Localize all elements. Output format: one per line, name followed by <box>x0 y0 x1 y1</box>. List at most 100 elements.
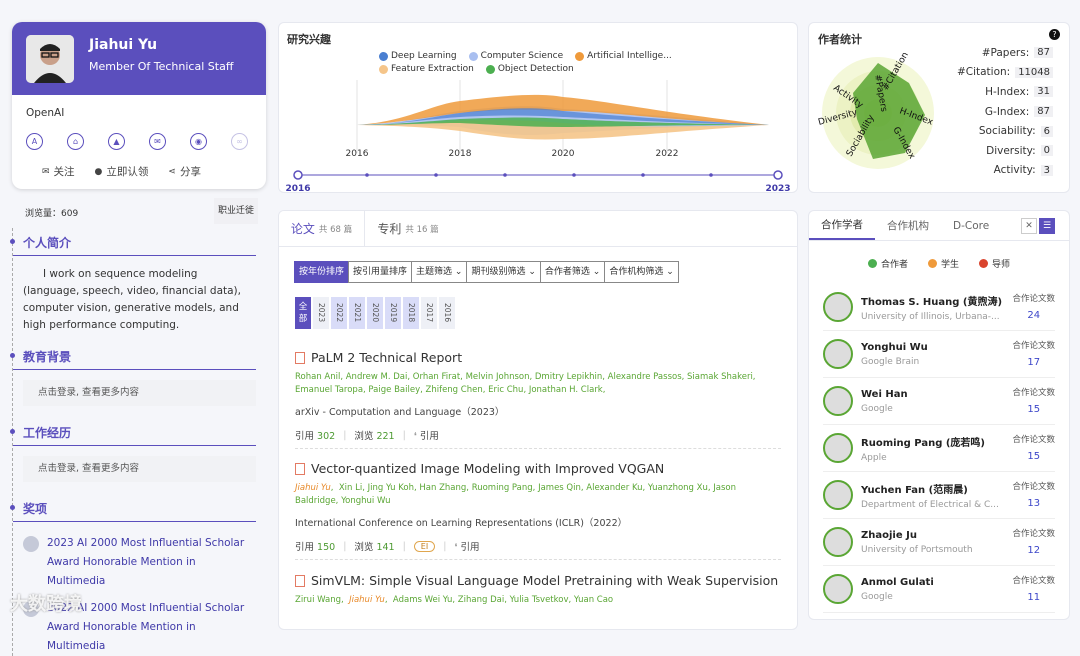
profile-org: OpenAI <box>26 107 65 119</box>
work-login-prompt[interactable]: 点击登录, 查看更多内容 <box>23 456 256 482</box>
axis-tick: 2020 <box>552 149 575 159</box>
share-button[interactable]: ⋖ 分享 <box>168 164 201 179</box>
legend-dot <box>379 64 388 74</box>
author-stats-card: 作者统计 ? #Papers #Citation H-Index G-Index… <box>808 22 1070 193</box>
avatar <box>823 480 853 510</box>
papers-tabs: 论文共 68 篇 专利共 16 篇 <box>279 211 797 247</box>
year-2020[interactable]: 2020 <box>367 297 383 329</box>
profile-header: Jiahui Yu Member Of Technical Staff <box>12 22 266 95</box>
paper-item: Vector-quantized Image Modeling with Imp… <box>295 460 781 553</box>
profile-card: Jiahui Yu Member Of Technical Staff Open… <box>12 22 266 189</box>
coauthor-count: 合作论文数 15 <box>1012 388 1055 415</box>
cite-button[interactable]: ❛ 引用 <box>414 428 439 442</box>
legend-dot <box>927 259 937 268</box>
coauthor-item[interactable]: Wei Han Google 合作论文数 15 <box>823 378 1055 425</box>
career-migration-button[interactable]: 职业迁徙 <box>214 198 258 224</box>
timeline-tick <box>572 173 576 177</box>
coauthor-name[interactable]: Ruoming Pang (庞若鸣) <box>861 434 1011 449</box>
coauthor-name[interactable]: Thomas S. Huang (黄煦涛) <box>861 293 1011 308</box>
paper-authors: Zirui Wang, Jiahui Yu, Adams Wei Yu, Zih… <box>295 595 614 605</box>
legend-dot <box>468 51 478 61</box>
tab-institutions[interactable]: 合作机构 <box>875 211 941 240</box>
tab-patents[interactable]: 专利共 16 篇 <box>365 211 451 246</box>
coauthor-item[interactable]: Anmol Gulati Google 合作论文数 11 <box>823 566 1055 613</box>
journal-level-filter-dropdown[interactable]: 期刊级别筛选 ⌄ <box>466 261 541 283</box>
legend-item[interactable]: Computer Science <box>468 51 563 61</box>
view-count: 141 <box>376 542 395 553</box>
view-count: 浏览量：609 <box>25 209 79 219</box>
legend-item[interactable]: Deep Learning <box>379 51 457 61</box>
year-2021[interactable]: 2021 <box>349 297 365 329</box>
claim-button[interactable]: ● 立即认领 <box>95 164 149 179</box>
link-icon[interactable]: ∞ <box>231 133 248 150</box>
coauthor-item[interactable]: Thomas S. Huang (黄煦涛) University of Illin… <box>823 284 1055 331</box>
topic-filter-dropdown[interactable]: 主题筛选 ⌄ <box>411 261 468 283</box>
institution-filter-dropdown[interactable]: 合作机构筛选 ⌄ <box>604 261 679 283</box>
mail-icon: ✉ <box>42 166 50 177</box>
year-2019[interactable]: 2019 <box>385 297 401 329</box>
award-text[interactable]: 2023 AI 2000 Most Influential Scholar Aw… <box>47 534 256 591</box>
chevron-down-icon: ⌄ <box>592 267 601 277</box>
paper-title[interactable]: SimVLM: Simple Visual Language Model Pre… <box>311 572 778 590</box>
paper-venue: arXiv - Computation and Language（2023） <box>295 407 505 418</box>
graduation-cap-icon[interactable]: ▲ <box>108 133 125 150</box>
coauthor-name[interactable]: Anmol Gulati <box>861 577 1011 588</box>
year-2016[interactable]: 2016 <box>439 297 455 329</box>
coauthor-item[interactable]: Ruoming Pang (庞若鸣) Apple 合作论文数 15 <box>823 425 1055 472</box>
cite-button[interactable]: ❛ 引用 <box>454 539 479 553</box>
coauthor-name[interactable]: Wei Han <box>861 389 1011 400</box>
coauthor-count: 合作论文数 15 <box>1012 435 1055 462</box>
sort-by-citation-button[interactable]: 按引用量排序 <box>348 261 413 283</box>
legend-item[interactable]: Feature Extraction <box>379 64 474 74</box>
pdf-icon[interactable] <box>295 575 305 587</box>
stats-radar-chart: #Papers #Citation H-Index G-Index Sociab… <box>817 53 935 169</box>
coauthor-filter-dropdown[interactable]: 合作者筛选 ⌄ <box>539 261 606 283</box>
coauthor-tabs: 合作学者 合作机构 D-Core ✕ ☰ <box>809 211 1069 241</box>
tab-coauthors[interactable]: 合作学者 <box>809 211 875 240</box>
year-2023[interactable]: 2023 <box>313 297 329 329</box>
help-icon[interactable]: ? <box>1049 29 1060 40</box>
year-2018[interactable]: 2018 <box>403 297 419 329</box>
avatar <box>823 292 853 322</box>
paper-title[interactable]: PaLM 2 Technical Report <box>311 349 462 367</box>
coauthor-item[interactable]: Yuchen Fan (范雨晨) Department of Electrical… <box>823 472 1055 519</box>
paper-authors: Rohan Anil, Andrew M. Dai, Orhan Firat, … <box>295 372 756 395</box>
coauthor-name[interactable]: Yonghui Wu <box>861 342 1011 353</box>
pdf-icon[interactable] <box>295 463 305 475</box>
coauthor-item[interactable]: Yonghui Wu Google Brain 合作论文数 17 <box>823 331 1055 378</box>
year-2022[interactable]: 2022 <box>331 297 347 329</box>
pdf-icon[interactable] <box>295 352 305 364</box>
coauthor-name[interactable]: Yuchen Fan (范雨晨) <box>861 481 1011 496</box>
coauthor-item[interactable]: Zhaojie Ju University of Portsmouth 合作论文数… <box>823 519 1055 566</box>
coauthor-count: 合作论文数 24 <box>1012 294 1055 321</box>
email-icon[interactable]: ✉ <box>149 133 166 150</box>
research-streamgraph: 2016 2018 2020 2022 2016 2023 <box>285 80 791 193</box>
citation-count: 150 <box>317 542 336 553</box>
list-view-icon[interactable]: ☰ <box>1039 217 1055 234</box>
timeline-end-label: 2023 <box>765 184 790 193</box>
coauthors-card: 合作学者 合作机构 D-Core ✕ ☰ 合作者 学生 导师 Thomas S.… <box>808 210 1070 620</box>
scholar-icon[interactable]: A <box>26 133 43 150</box>
location-icon[interactable]: ◉ <box>190 133 207 150</box>
paper-authors: Jiahui Yu, Xin Li, Jing Yu Koh, Han Zhan… <box>295 483 736 506</box>
graph-view-icon[interactable]: ✕ <box>1021 217 1037 234</box>
timeline-end-handle[interactable] <box>773 170 783 180</box>
year-all[interactable]: 全部 <box>295 297 311 329</box>
sort-by-year-button[interactable]: 按年份排序 <box>294 261 350 283</box>
timeline-start-handle[interactable] <box>293 170 303 180</box>
tab-d-core[interactable]: D-Core <box>941 211 1001 240</box>
legend-item[interactable]: Artificial Intellige... <box>575 51 672 61</box>
tab-papers[interactable]: 论文共 68 篇 <box>279 211 365 246</box>
follow-button[interactable]: ✉ 关注 <box>42 164 75 179</box>
coauthor-affiliation: University of Illinois, Urbana-... <box>861 311 1000 322</box>
year-2017[interactable]: 2017 <box>421 297 437 329</box>
paper-title[interactable]: Vector-quantized Image Modeling with Imp… <box>311 460 664 478</box>
education-login-prompt[interactable]: 点击登录, 查看更多内容 <box>23 380 256 406</box>
legend-dot <box>575 51 585 61</box>
home-icon[interactable]: ⌂ <box>67 133 84 150</box>
separator: | <box>443 540 447 552</box>
separator: | <box>343 540 347 552</box>
coauthor-name[interactable]: Zhaojie Ju <box>861 530 1011 541</box>
legend-item: 合作者 <box>867 257 908 270</box>
legend-item[interactable]: Object Detection <box>485 64 574 74</box>
